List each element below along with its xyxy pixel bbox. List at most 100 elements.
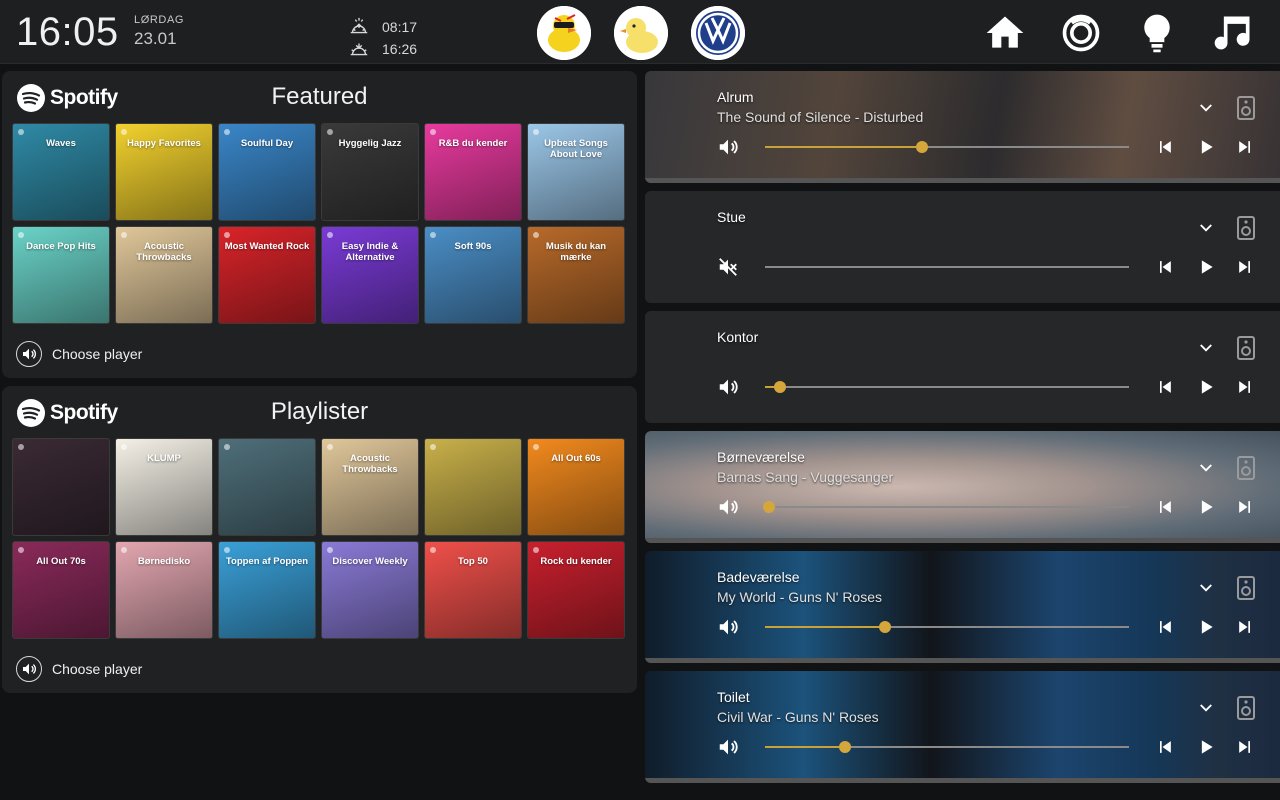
dashboard: 16:05 LØRDAG 23.01 08:17 16:26 Spotify F…: [0, 0, 1280, 800]
chevron-down-icon[interactable]: [1197, 339, 1215, 357]
volume-icon[interactable]: [717, 136, 739, 158]
rubber-duck-avatar[interactable]: [614, 6, 668, 60]
chevron-down-icon[interactable]: [1197, 219, 1215, 237]
previous-track-icon[interactable]: [1155, 257, 1175, 277]
spotify-mini-icon: [18, 547, 24, 553]
previous-track-icon[interactable]: [1155, 617, 1175, 637]
clock-time: 16:05: [16, 10, 119, 54]
volume-slider[interactable]: [765, 621, 1129, 633]
speaker-group-icon[interactable]: [1237, 576, 1255, 600]
volume-slider[interactable]: [765, 381, 1129, 393]
play-icon[interactable]: [1196, 497, 1216, 517]
volume-slider[interactable]: [765, 141, 1129, 153]
volkswagen-logo-avatar[interactable]: [691, 6, 745, 60]
play-icon[interactable]: [1196, 137, 1216, 157]
media-player-card: Alrum The Sound of Silence - Disturbed: [645, 71, 1280, 183]
playlist-tile[interactable]: Most Wanted Rock: [218, 226, 316, 324]
volume-slider-knob[interactable]: [773, 381, 786, 393]
playlist-tile[interactable]: Happy Favorites: [115, 123, 213, 221]
speaker-group-icon[interactable]: [1237, 336, 1255, 360]
play-icon[interactable]: [1196, 617, 1216, 637]
previous-track-icon[interactable]: [1155, 377, 1175, 397]
next-track-icon[interactable]: [1235, 617, 1255, 637]
volume-slider[interactable]: [762, 501, 1129, 513]
playlist-tile[interactable]: KLUMP: [115, 438, 213, 536]
playlist-tile-label: Børnedisko: [137, 556, 191, 567]
spotify-mini-icon: [430, 129, 436, 135]
volume-slider-knob[interactable]: [839, 741, 852, 753]
volume-icon[interactable]: [717, 736, 739, 758]
rubber-duck-sunglasses-avatar[interactable]: [537, 6, 591, 60]
playlist-tile[interactable]: Børnedisko: [115, 541, 213, 639]
volume-muted-icon[interactable]: [717, 256, 739, 278]
media-player-card: Toilet Civil War - Guns N' Roses: [645, 671, 1280, 783]
playlist-tile[interactable]: Discover Weekly: [321, 541, 419, 639]
spotify-mini-icon: [18, 129, 24, 135]
next-track-icon[interactable]: [1235, 497, 1255, 517]
playlist-tile-label: Hyggelig Jazz: [338, 138, 402, 149]
choose-player-button[interactable]: Choose player: [16, 656, 142, 682]
music-note-icon[interactable]: [1210, 10, 1256, 56]
speaker-group-icon[interactable]: [1237, 96, 1255, 120]
volume-slider[interactable]: [765, 741, 1129, 753]
playlist-tile[interactable]: Musik du kan mærke: [527, 226, 625, 324]
chevron-down-icon[interactable]: [1197, 99, 1215, 117]
play-icon[interactable]: [1196, 737, 1216, 757]
playlist-tile[interactable]: Rock du kender: [527, 541, 625, 639]
playlist-tile-label: Musik du kan mærke: [545, 241, 607, 263]
chevron-down-icon[interactable]: [1197, 579, 1215, 597]
volume-slider-knob[interactable]: [762, 501, 775, 513]
robot-vacuum-icon[interactable]: [1058, 10, 1104, 56]
playlist-tile[interactable]: [424, 438, 522, 536]
playlist-tile[interactable]: Acoustic Throwbacks: [321, 438, 419, 536]
playlist-tile[interactable]: All Out 70s: [12, 541, 110, 639]
speaker-group-icon[interactable]: [1237, 456, 1255, 480]
next-track-icon[interactable]: [1235, 257, 1255, 277]
album-art-background: [645, 311, 1280, 423]
previous-track-icon[interactable]: [1155, 137, 1175, 157]
playlist-tile[interactable]: Easy Indie & Alternative: [321, 226, 419, 324]
volume-slider[interactable]: [765, 266, 1129, 268]
playlist-tile[interactable]: Upbeat Songs About Love: [527, 123, 625, 221]
previous-track-icon[interactable]: [1155, 497, 1175, 517]
playlist-tile[interactable]: All Out 60s: [527, 438, 625, 536]
home-icon[interactable]: [982, 10, 1028, 56]
playlist-tile[interactable]: R&B du kender: [424, 123, 522, 221]
chevron-down-icon[interactable]: [1197, 459, 1215, 477]
play-icon[interactable]: [1196, 377, 1216, 397]
sunset-icon: [350, 43, 368, 56]
spotify-featured-card: Spotify Featured Waves Happy Favorites Sou…: [2, 71, 637, 378]
playlist-tile[interactable]: Top 50: [424, 541, 522, 639]
spotify-mini-icon: [18, 444, 24, 450]
playlist-tile[interactable]: Waves: [12, 123, 110, 221]
chevron-down-icon[interactable]: [1197, 699, 1215, 717]
playlist-tile[interactable]: Toppen af Poppen: [218, 541, 316, 639]
next-track-icon[interactable]: [1235, 137, 1255, 157]
sunrise-icon: [350, 17, 368, 34]
next-track-icon[interactable]: [1235, 737, 1255, 757]
playlist-tile[interactable]: Soulful Day: [218, 123, 316, 221]
choose-player-button[interactable]: Choose player: [16, 341, 142, 367]
previous-track-icon[interactable]: [1155, 737, 1175, 757]
playlist-tile-label: Acoustic Throwbacks: [342, 453, 398, 475]
playlist-tile[interactable]: [218, 438, 316, 536]
volume-icon[interactable]: [717, 376, 739, 398]
choose-player-label: Choose player: [52, 346, 143, 362]
album-art-background: [645, 191, 1280, 303]
playlist-tile[interactable]: Dance Pop Hits: [12, 226, 110, 324]
playlist-tile-label: Upbeat Songs About Love: [544, 138, 608, 160]
volume-icon[interactable]: [717, 616, 739, 638]
playlist-tile[interactable]: Acoustic Throwbacks: [115, 226, 213, 324]
playlist-tile[interactable]: Soft 90s: [424, 226, 522, 324]
speaker-group-icon[interactable]: [1237, 696, 1255, 720]
volume-slider-knob[interactable]: [879, 621, 892, 633]
volume-slider-knob[interactable]: [915, 141, 928, 153]
next-track-icon[interactable]: [1235, 377, 1255, 397]
volume-icon[interactable]: [717, 496, 739, 518]
playlist-tile[interactable]: Hyggelig Jazz: [321, 123, 419, 221]
sunset-time: 16:26: [382, 41, 418, 57]
speaker-group-icon[interactable]: [1237, 216, 1255, 240]
playlist-tile[interactable]: [12, 438, 110, 536]
play-icon[interactable]: [1196, 257, 1216, 277]
lightbulb-icon[interactable]: [1134, 10, 1180, 56]
